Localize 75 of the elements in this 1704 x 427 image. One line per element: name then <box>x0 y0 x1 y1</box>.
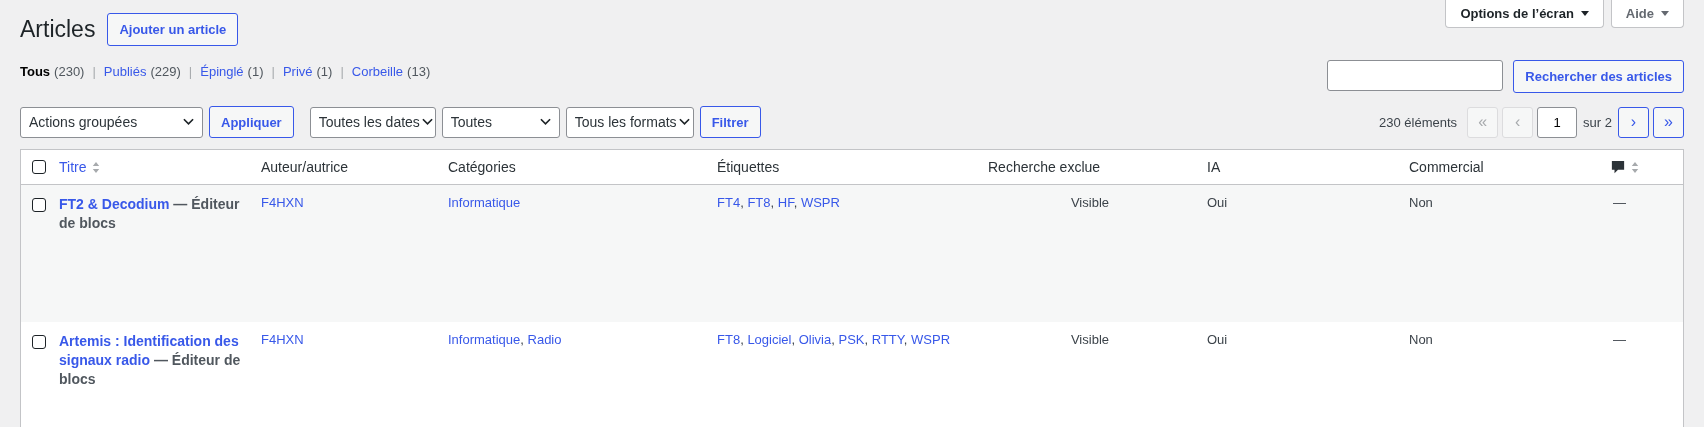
separator: , <box>864 332 869 347</box>
row-checkbox[interactable] <box>32 198 46 212</box>
author-link[interactable]: F4HXN <box>261 332 304 347</box>
column-header: Auteur/autrice <box>261 159 349 175</box>
add-article-button[interactable]: Ajouter un article <box>107 13 239 46</box>
bulk-actions-select[interactable]: Actions groupées <box>20 106 203 138</box>
separator: , <box>740 195 744 210</box>
column-header[interactable]: Titre <box>59 159 87 175</box>
view-count: (1) <box>247 64 264 79</box>
filter-select[interactable]: Tous les formats <box>565 106 694 138</box>
filter-select[interactable]: Toutes les dates <box>309 106 436 138</box>
next-page-button[interactable]: › <box>1618 106 1649 138</box>
search-visibility: Visible <box>1070 332 1109 347</box>
select-all-checkbox[interactable] <box>32 160 46 174</box>
commercial-value: Non <box>1409 332 1433 347</box>
view-count: (1) <box>316 64 333 79</box>
page-title: Articles <box>20 16 96 43</box>
separator: , <box>740 332 744 347</box>
tag-link[interactable]: HF <box>777 195 794 210</box>
caret-icon <box>1661 11 1669 16</box>
page-total: sur 2 <box>1583 114 1612 130</box>
column-header: Étiquettes <box>717 159 780 175</box>
separator: | <box>340 64 344 79</box>
apply-button[interactable]: Appliquer <box>209 106 294 138</box>
column-header: IA <box>1207 159 1221 175</box>
view-link[interactable]: Épinglé <box>200 64 244 79</box>
view-link[interactable]: Tous <box>20 64 51 79</box>
ia-value: Oui <box>1207 332 1228 347</box>
commercial-value: Non <box>1409 195 1433 210</box>
separator: | <box>92 64 96 79</box>
filter-button[interactable]: Filtrer <box>699 106 761 138</box>
separator: | <box>188 64 193 79</box>
tag-link[interactable]: PSK <box>838 332 865 347</box>
row-checkbox[interactable] <box>32 335 46 349</box>
separator: , <box>520 332 524 347</box>
search-button[interactable]: Rechercher des articles <box>1513 60 1684 93</box>
chevron-icon <box>539 118 551 126</box>
search-visibility: Visible <box>1070 195 1109 210</box>
category-link[interactable]: Informatique <box>448 195 521 210</box>
post-title-link[interactable]: Artemis : Identification des signaux radio — Éditeur de blocs <box>59 332 249 389</box>
filter-select[interactable]: Toutes <box>441 106 560 138</box>
view-link[interactable]: Publiés <box>103 64 147 79</box>
view-link[interactable]: Privé <box>282 64 313 79</box>
view-link[interactable]: Corbeille <box>351 64 404 79</box>
column-header: Catégories <box>448 159 516 175</box>
tag-link[interactable]: WSPR <box>800 195 840 210</box>
screen-tab-button[interactable]: Options de l’écran <box>1445 0 1604 28</box>
chevron-icon <box>678 118 690 126</box>
view-count: (229) <box>150 64 181 79</box>
separator: , <box>770 195 775 210</box>
view-count: (230) <box>54 64 85 79</box>
search-field[interactable] <box>1327 60 1504 91</box>
screen-tab-button[interactable]: Aide <box>1610 0 1684 28</box>
separator: | <box>271 64 275 79</box>
category-link[interactable]: Radio <box>527 332 562 347</box>
caret-icon <box>1580 11 1589 16</box>
post-title-link[interactable]: FT2 & Decodium — Éditeur de blocs <box>59 195 249 233</box>
column-header: Commercial <box>1409 159 1484 175</box>
tag-link[interactable]: RTTY <box>871 332 904 347</box>
separator: , <box>831 332 835 347</box>
comment-count: — <box>1613 195 1626 210</box>
comment-count: — <box>1613 332 1626 347</box>
chevron-icon <box>183 118 194 126</box>
ia-value: Oui <box>1207 195 1228 210</box>
author-link[interactable]: F4HXN <box>261 195 304 210</box>
last-page-button[interactable]: » <box>1653 106 1684 138</box>
chevron-icon <box>421 118 433 126</box>
column-header: Recherche exclue <box>988 159 1101 175</box>
view-count: (13) <box>407 64 431 79</box>
tag-link[interactable]: FT8 <box>747 195 771 210</box>
item-count: 230 éléments <box>1379 114 1458 130</box>
separator: , <box>791 332 796 347</box>
comment-icon <box>1611 160 1625 174</box>
tag-link[interactable]: WSPR <box>911 332 951 347</box>
page-field[interactable]: 1 <box>1537 106 1578 138</box>
